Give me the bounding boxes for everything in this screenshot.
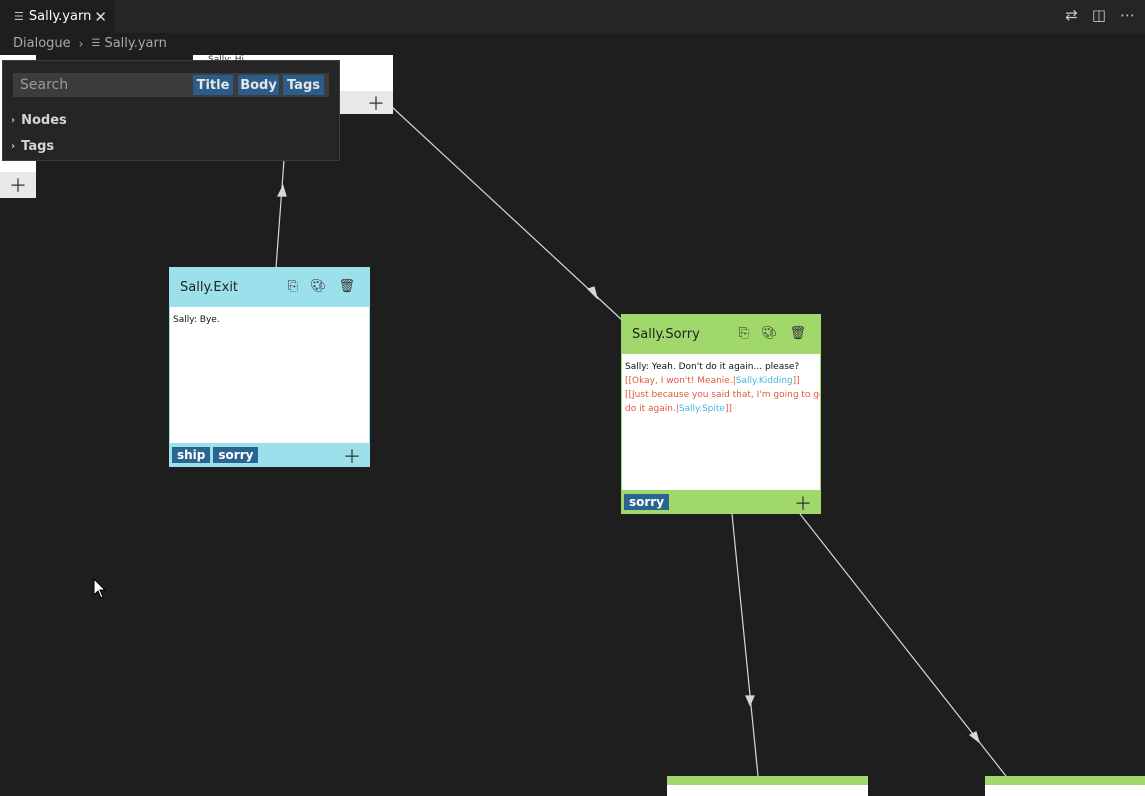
trash-icon[interactable]: 🗑︎: [338, 279, 355, 294]
node-header[interactable]: Sally.Exit ⎘ 🎨︎ 🗑︎: [170, 268, 369, 307]
tree-item-label: Tags: [21, 139, 55, 154]
node-footer: ＋: [0, 172, 36, 198]
node-title: Sally.Sorry: [632, 327, 700, 342]
tree-item-label: Nodes: [21, 113, 67, 128]
tab-sally-yarn[interactable]: ☰ Sally.yarn ✕: [0, 0, 115, 33]
node-card-bottom-left[interactable]: [667, 776, 868, 796]
compare-changes-icon[interactable]: ⇄: [1065, 6, 1078, 24]
filter-title-button[interactable]: Title: [193, 75, 233, 95]
trash-icon[interactable]: 🗑︎: [789, 326, 806, 341]
split-editor-icon[interactable]: ◫: [1092, 6, 1106, 24]
file-lines-icon: ☰: [91, 38, 101, 49]
breadcrumb: Dialogue › ☰ Sally.yarn: [13, 36, 167, 51]
tag-badge[interactable]: ship: [172, 446, 211, 463]
tree-item-tags[interactable]: › Tags: [11, 139, 54, 154]
tree-item-nodes[interactable]: › Nodes: [11, 113, 67, 128]
body-link: [[Just because you said that, I'm going …: [625, 390, 820, 400]
node-header: [667, 776, 868, 785]
node-body[interactable]: Sally: Bye.: [170, 307, 369, 333]
chevron-right-icon: ›: [11, 141, 16, 152]
add-icon[interactable]: ＋: [367, 90, 385, 116]
filter-body-button[interactable]: Body: [238, 75, 279, 95]
breadcrumb-file[interactable]: Sally.yarn: [104, 36, 166, 51]
palette-icon[interactable]: 🎨︎: [310, 279, 327, 294]
rename-icon[interactable]: ⎘: [288, 279, 298, 294]
node-footer: ship sorry ＋: [170, 443, 369, 469]
node-card-sally-exit[interactable]: Sally.Exit ⎘ 🎨︎ 🗑︎ Sally: Bye. ship sorr…: [169, 267, 370, 469]
tag-badge[interactable]: sorry: [213, 446, 259, 463]
tab-label: Sally.yarn: [28, 9, 92, 24]
palette-icon[interactable]: 🎨︎: [761, 326, 778, 341]
file-lines-icon: ☰: [14, 10, 24, 23]
node-body[interactable]: Sally: Yeah. Don't do it again... please…: [622, 354, 820, 422]
body-link: do it again.|Sally.Spite]]: [625, 404, 732, 414]
search-panel: Title Body Tags › Nodes › Tags: [2, 60, 340, 161]
node-card-bottom-right[interactable]: [985, 776, 1145, 796]
search-input[interactable]: [13, 73, 193, 97]
node-header[interactable]: Sally.Sorry ⎘ 🎨︎ 🗑︎: [622, 315, 820, 354]
node-footer: sorry ＋: [622, 490, 820, 516]
node-title: Sally.Exit: [180, 280, 239, 295]
more-actions-icon[interactable]: ⋯: [1120, 6, 1135, 24]
search-bar: Title Body Tags: [13, 73, 329, 97]
chevron-right-icon: ›: [78, 36, 84, 51]
body-line: Sally: Bye.: [173, 315, 220, 325]
close-icon[interactable]: ✕: [94, 8, 107, 26]
rename-icon[interactable]: ⎘: [739, 326, 749, 341]
filter-tags-button[interactable]: Tags: [283, 75, 324, 95]
node-header: [985, 776, 1145, 785]
tab-bar: ☰ Sally.yarn ✕ ⇄ ◫ ⋯: [0, 0, 1145, 33]
breadcrumb-root[interactable]: Dialogue: [13, 36, 71, 51]
body-link: [[Okay, I won't! Meanie.|Sally.Kidding]]: [625, 376, 800, 386]
chevron-right-icon: ›: [11, 115, 16, 126]
add-icon[interactable]: ＋: [343, 443, 361, 469]
mouse-cursor-icon: [93, 578, 107, 599]
add-icon[interactable]: ＋: [9, 172, 27, 198]
editor-actions: ⇄ ◫ ⋯: [1065, 6, 1135, 24]
body-line: Sally: Yeah. Don't do it again... please…: [625, 362, 800, 372]
add-icon[interactable]: ＋: [794, 490, 812, 516]
tag-badge[interactable]: sorry: [624, 493, 670, 510]
node-card-sally-sorry[interactable]: Sally.Sorry ⎘ 🎨︎ 🗑︎ Sally: Yeah. Don't d…: [621, 314, 821, 516]
